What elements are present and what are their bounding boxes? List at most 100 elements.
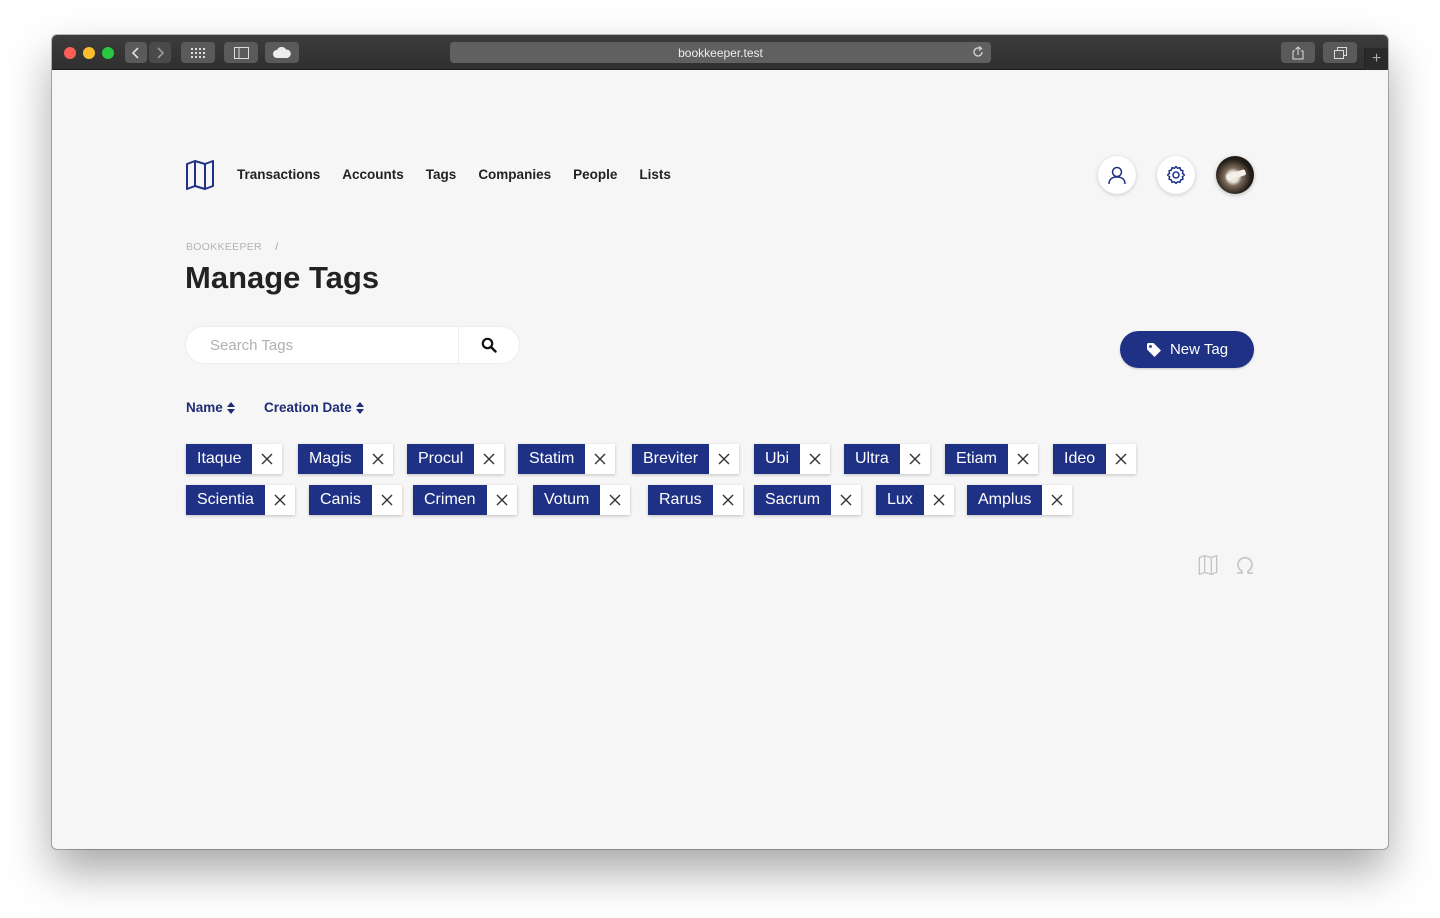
tag-chip: Ubi	[754, 444, 831, 474]
settings-button[interactable]	[1157, 156, 1195, 194]
close-icon	[274, 494, 286, 506]
nav-people[interactable]: People	[573, 167, 617, 182]
account-button[interactable]	[1098, 156, 1136, 194]
remove-tag-button[interactable]	[600, 485, 631, 515]
tag-label[interactable]: Crimen	[413, 485, 487, 515]
tag-chip: Rarus	[648, 485, 743, 515]
map-icon	[1198, 555, 1218, 575]
remove-tag-button[interactable]	[899, 444, 930, 474]
new-tag-label: New Tag	[1169, 341, 1229, 358]
nav-companies[interactable]: Companies	[478, 167, 551, 182]
remove-tag-button[interactable]	[585, 444, 616, 474]
tag-label[interactable]: Ultra	[844, 444, 900, 474]
close-icon	[1017, 453, 1029, 465]
logo[interactable]	[185, 160, 215, 195]
sort-by-creation-date[interactable]: Creation Date	[264, 400, 364, 415]
remove-tag-button[interactable]	[252, 444, 283, 474]
remove-tag-button[interactable]	[371, 485, 402, 515]
remove-tag-button[interactable]	[831, 485, 862, 515]
remove-tag-button[interactable]	[1042, 485, 1073, 515]
close-icon	[381, 494, 393, 506]
search-button[interactable]	[458, 327, 519, 363]
breadcrumb-separator: /	[275, 241, 279, 253]
tag-label[interactable]: Procul	[407, 444, 475, 474]
page-title: Manage Tags	[185, 260, 380, 295]
browser-titlebar: bookkeeper.test +	[52, 35, 1388, 70]
tag-label[interactable]: Sacrum	[754, 485, 832, 515]
tabs-overview-button[interactable]	[1323, 42, 1357, 63]
share-icon	[1292, 45, 1304, 59]
tag-label[interactable]: Magis	[298, 444, 363, 474]
tag-chip: Canis	[309, 485, 402, 515]
map-icon	[186, 160, 214, 190]
new-tab-button[interactable]: +	[1364, 48, 1388, 70]
remove-tag-button[interactable]	[362, 444, 393, 474]
remove-tag-button[interactable]	[923, 485, 954, 515]
remove-tag-button[interactable]	[1007, 444, 1038, 474]
tag-label[interactable]: Etiam	[945, 444, 1008, 474]
chevron-right-icon	[157, 46, 165, 59]
remove-tag-button[interactable]	[486, 485, 517, 515]
sidebar-toggle-button[interactable]	[224, 42, 258, 63]
tag-chip: Ideo	[1053, 444, 1137, 474]
remove-tag-button[interactable]	[264, 485, 295, 515]
browser-window: bookkeeper.test + Transactions Accounts …	[52, 35, 1388, 849]
tag-label[interactable]: Breviter	[632, 444, 710, 474]
tag-chip: Votum	[533, 485, 631, 515]
grid-view-button[interactable]	[181, 42, 215, 63]
remove-tag-button[interactable]	[1106, 444, 1137, 474]
nav-lists[interactable]: Lists	[639, 167, 671, 182]
close-icon	[261, 453, 273, 465]
sort-by-name[interactable]: Name	[186, 400, 235, 415]
tag-chip: Magis	[298, 444, 393, 474]
address-bar[interactable]: bookkeeper.test	[450, 42, 991, 63]
tag-label[interactable]: Lux	[876, 485, 924, 515]
minimize-window-button[interactable]	[83, 47, 95, 59]
omega-icon	[1237, 556, 1253, 574]
gear-icon	[1166, 165, 1186, 185]
tabs-icon	[1333, 46, 1347, 59]
tag-label[interactable]: Canis	[309, 485, 372, 515]
tag-label[interactable]: Votum	[533, 485, 601, 515]
tag-label[interactable]: Itaque	[186, 444, 253, 474]
tag-chip: Crimen	[413, 485, 517, 515]
tag-label[interactable]: Scientia	[186, 485, 265, 515]
close-icon	[496, 494, 508, 506]
new-tag-button[interactable]: New Tag	[1120, 331, 1254, 368]
close-icon	[722, 494, 734, 506]
tag-label[interactable]: Ubi	[754, 444, 801, 474]
user-icon	[1108, 166, 1126, 185]
remove-tag-button[interactable]	[800, 444, 831, 474]
avatar[interactable]	[1216, 156, 1254, 194]
main-nav: Transactions Accounts Tags Companies Peo…	[237, 167, 693, 182]
tag-label[interactable]: Amplus	[967, 485, 1043, 515]
forward-button[interactable]	[149, 42, 171, 63]
tag-chip: Sacrum	[754, 485, 862, 515]
tag-chip: Procul	[407, 444, 505, 474]
sort-name-label: Name	[186, 400, 223, 415]
sort-icon	[355, 401, 364, 414]
cloud-icon	[273, 47, 291, 58]
search-input[interactable]	[186, 327, 458, 363]
remove-tag-button[interactable]	[712, 485, 743, 515]
back-button[interactable]	[125, 42, 147, 63]
close-window-button[interactable]	[64, 47, 76, 59]
breadcrumb-root[interactable]: BOOKKEEPER	[186, 241, 262, 253]
tag-chip: Etiam	[945, 444, 1038, 474]
tag-chip: Scientia	[186, 485, 295, 515]
zoom-window-button[interactable]	[102, 47, 114, 59]
remove-tag-button[interactable]	[709, 444, 740, 474]
nav-accounts[interactable]: Accounts	[342, 167, 404, 182]
reload-icon[interactable]	[971, 45, 985, 59]
share-button[interactable]	[1281, 42, 1315, 63]
remove-tag-button[interactable]	[474, 444, 505, 474]
tag-label[interactable]: Rarus	[648, 485, 713, 515]
icloud-button[interactable]	[265, 42, 299, 63]
close-icon	[840, 494, 852, 506]
tag-label[interactable]: Statim	[518, 444, 586, 474]
tag-label[interactable]: Ideo	[1053, 444, 1107, 474]
page-content: Transactions Accounts Tags Companies Peo…	[52, 70, 1388, 849]
nav-transactions[interactable]: Transactions	[237, 167, 320, 182]
plus-icon: +	[1371, 50, 1382, 67]
nav-tags[interactable]: Tags	[426, 167, 457, 182]
